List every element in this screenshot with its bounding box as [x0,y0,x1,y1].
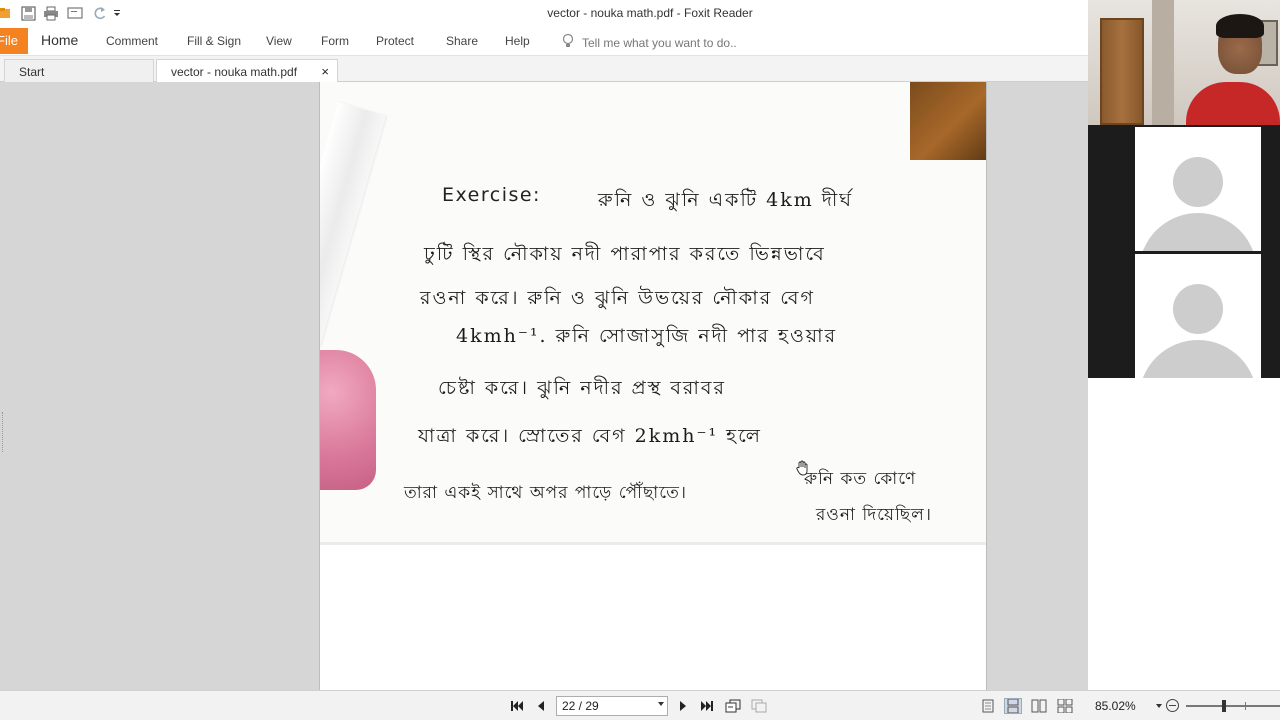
participant-camera-tile [1088,0,1280,125]
participant-hair [1216,14,1264,38]
document-tab-strip: Start vector - nouka math.pdf × [0,56,1088,82]
tab-start-label: Start [19,65,45,79]
single-page-view-icon[interactable] [979,698,997,714]
previous-view-icon[interactable] [724,698,742,714]
avatar-placeholder-icon [1173,284,1223,334]
handwriting-line-4: 4kmh⁻¹. রুনি সোজাসুজি নদী পার হওয়ার [456,325,838,347]
menu-help[interactable]: Help [505,34,530,48]
status-bar: 22 / 29 85.02% [0,690,1280,720]
menu-fill-sign[interactable]: Fill & Sign [187,34,241,48]
facing-view-icon[interactable] [1030,698,1048,714]
tab-start[interactable]: Start [4,59,154,82]
continuous-view-icon[interactable] [1004,698,1022,714]
last-page-icon[interactable] [698,698,716,714]
file-tab[interactable]: File [0,28,28,54]
tell-me-placeholder: Tell me what you want to do.. [582,35,737,50]
next-page-icon[interactable] [674,698,692,714]
menu-form[interactable]: Form [321,34,349,48]
page-number-input[interactable]: 22 / 29 [556,696,668,716]
avatar-placeholder-body [1139,213,1257,251]
pen-in-photo [320,102,387,347]
zoom-dropdown-icon[interactable] [1156,704,1162,708]
pdf-page[interactable]: Exercise: রুনি ও ঝুনি একটি 4km দীর্ঘ ঢুট… [319,82,987,690]
handwriting-line-7b: রুনি কত কোণে [804,469,917,489]
lightbulb-icon [562,33,574,52]
close-tab-icon[interactable]: × [321,64,329,79]
menu-comment[interactable]: Comment [106,34,158,48]
handwriting-line-1: রুনি ও ঝুনি একটি 4km দীর্ঘ [598,189,853,211]
handwriting-line-5: চেষ্টা করে। ঝুনি নদীর প্রস্থ বরাবর [438,377,726,399]
video-call-panel [1088,0,1280,378]
title-bar: vector - nouka math.pdf - Foxit Reader [0,0,1088,26]
handwritten-note-photo: Exercise: রুনি ও ঝুনি একটি 4km দীর্ঘ ঢুট… [320,82,986,544]
handwriting-line-6: যাত্রা করে। স্রোতের বেগ 2kmh⁻¹ হলে [418,425,762,447]
menu-view[interactable]: View [266,34,292,48]
zoom-slider-thumb[interactable] [1222,700,1226,712]
pink-object-in-photo [320,350,376,490]
page-indicator: 22 / 29 [562,699,599,713]
handwriting-line-7a: তারা একই সাথে অপর পাড়ে পৌঁছাতে। [404,483,687,503]
participant-body [1186,82,1280,125]
continuous-facing-view-icon[interactable] [1056,698,1074,714]
first-page-icon[interactable] [508,698,526,714]
participant-avatar-tile-2 [1135,254,1261,378]
tab-document[interactable]: vector - nouka math.pdf × [156,59,338,82]
door-in-camera [1100,18,1144,125]
panel-resize-handle[interactable] [2,412,6,452]
zoom-out-icon[interactable] [1166,699,1179,712]
previous-page-icon[interactable] [532,698,550,714]
zoom-slider[interactable] [1186,705,1280,707]
foxit-reader-window: vector - nouka math.pdf - Foxit Reader F… [0,0,1088,720]
menu-protect[interactable]: Protect [376,34,414,48]
handwriting-line-3: রওনা করে। রুনি ও ঝুনি উভয়ের নৌকার বেগ [420,287,815,309]
table-edge [910,82,986,160]
menu-home[interactable]: Home [41,32,78,48]
avatar-placeholder-body [1139,340,1257,378]
handwriting-line-8: রওনা দিয়েছিল। [816,505,932,525]
participant-avatar-tile-1 [1135,127,1261,251]
next-view-icon[interactable] [750,698,768,714]
tell-me-search[interactable]: Tell me what you want to do.. [562,33,737,52]
page-dropdown-icon[interactable] [658,702,664,706]
tab-document-label: vector - nouka math.pdf [171,65,298,79]
exercise-heading: Exercise: [442,184,541,206]
menu-share[interactable]: Share [446,34,478,48]
hand-cursor-icon [796,460,810,481]
photo-edge [320,542,986,545]
zoom-level[interactable]: 85.02% [1095,699,1136,713]
ribbon-menu: File Home Comment Fill & Sign View Form … [0,26,1088,56]
handwriting-line-2: ঢুটি স্থির নৌকায় নদী পারাপার করতে ভিন্ন… [424,243,826,265]
zoom-slider-mark [1245,702,1246,710]
wall-in-camera [1152,0,1174,125]
avatar-placeholder-icon [1173,157,1223,207]
